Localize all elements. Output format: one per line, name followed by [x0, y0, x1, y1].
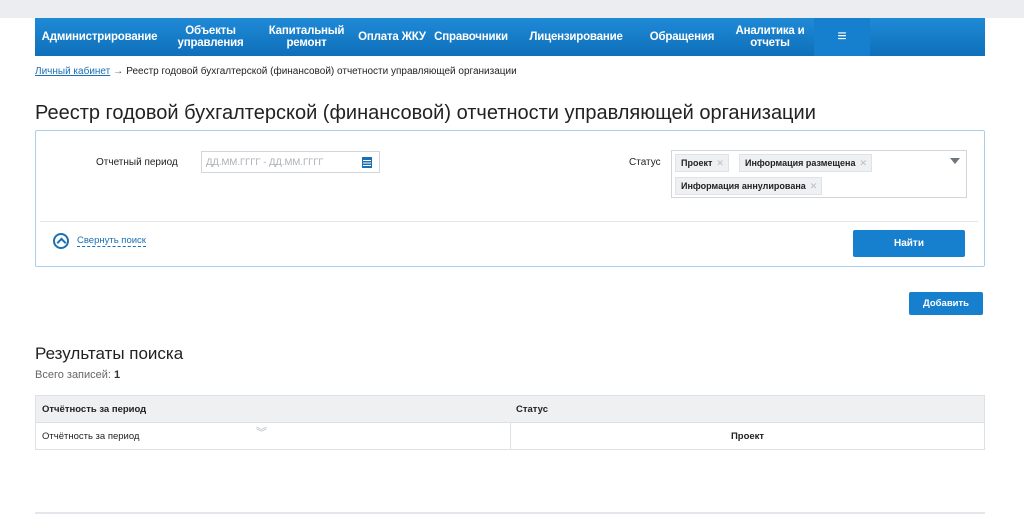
status-tag-label: Проект [681, 158, 713, 168]
nav-item[interactable]: Капитальный ремонт [257, 18, 356, 56]
column-header-status[interactable]: Статус [510, 396, 984, 422]
chevron-up-circle-icon[interactable] [53, 233, 69, 249]
panel-divider [40, 221, 978, 222]
add-button[interactable]: Добавить [909, 292, 983, 315]
results-title: Результаты поиска [35, 344, 184, 363]
column-header-period[interactable]: Отчётность за период [36, 396, 510, 422]
collapse-search-label[interactable]: Свернуть поиск [77, 235, 146, 247]
nav-item[interactable]: Обращения [638, 18, 726, 56]
breadcrumb: Личный кабинет → Реестр годовой бухгалтерс… [35, 66, 517, 77]
nav-item[interactable]: Справочники [428, 18, 514, 56]
chevron-down-icon[interactable] [950, 158, 960, 164]
results-table: Отчётность за период Статус Отчётность з… [35, 395, 985, 450]
breadcrumb-separator: → [113, 66, 124, 77]
results-count-value: 1 [114, 369, 121, 381]
status-tag[interactable]: Информация аннулирована ✕ [675, 177, 823, 195]
period-placeholder: ДД.ММ.ГГГГ - ДД.ММ.ГГГГ [206, 157, 324, 168]
page-title: Реестр годовой бухгалтерской (финансовой… [35, 102, 816, 124]
calendar-icon[interactable] [362, 156, 372, 168]
breadcrumb-home-link[interactable]: Личный кабинет [35, 66, 110, 77]
collapse-search-toggle[interactable]: Свернуть поиск [53, 233, 146, 249]
main-navigation: Администрирование Объекты управления Капита… [35, 18, 985, 56]
status-tag[interactable]: Проект ✕ [675, 154, 729, 172]
remove-tag-icon[interactable]: ✕ [810, 181, 818, 191]
nav-item[interactable]: Оплата ЖКУ [356, 18, 428, 56]
cell-period-text: Отчётность за период [42, 430, 140, 442]
hamburger-icon[interactable]: ≡ [814, 18, 870, 56]
cell-status: Проект [510, 423, 984, 449]
status-tag-label: Информация размещена [745, 158, 856, 168]
results-count-label: Всего записей: [35, 369, 111, 381]
nav-item[interactable]: Лицензирование [514, 18, 638, 56]
footer-divider [35, 512, 985, 514]
cell-period: Отчётность за период ︾ [36, 423, 510, 449]
period-date-range-input[interactable]: ДД.ММ.ГГГГ - ДД.ММ.ГГГГ [201, 151, 380, 173]
table-row[interactable]: Отчётность за период ︾ Проект [36, 423, 984, 449]
status-tag[interactable]: Информация размещена ✕ [739, 154, 873, 172]
nav-item[interactable]: Аналитика и отчеты [726, 18, 814, 56]
top-strip [0, 0, 1024, 18]
search-filter-panel: Отчетный период ДД.ММ.ГГГГ - ДД.ММ.ГГГГ … [35, 130, 985, 267]
results-count: Всего записей: 1 [35, 369, 120, 381]
remove-tag-icon[interactable]: ✕ [859, 158, 867, 168]
find-button[interactable]: Найти [853, 230, 965, 257]
period-label: Отчетный период [96, 157, 178, 168]
nav-item[interactable]: Администрирование [35, 18, 164, 56]
status-label: Статус [629, 157, 661, 168]
remove-tag-icon[interactable]: ✕ [716, 158, 724, 168]
nav-item[interactable]: Объекты управления [164, 18, 257, 56]
table-header-row: Отчётность за период Статус [36, 396, 984, 423]
breadcrumb-current: Реестр годовой бухгалтерской (финансовой… [126, 66, 517, 77]
status-multiselect[interactable]: Проект ✕ Информация размещена ✕ Информация… [671, 150, 967, 198]
double-chevron-down-icon[interactable]: ︾ [256, 428, 267, 439]
status-tag-label: Информация аннулирована [681, 181, 806, 191]
